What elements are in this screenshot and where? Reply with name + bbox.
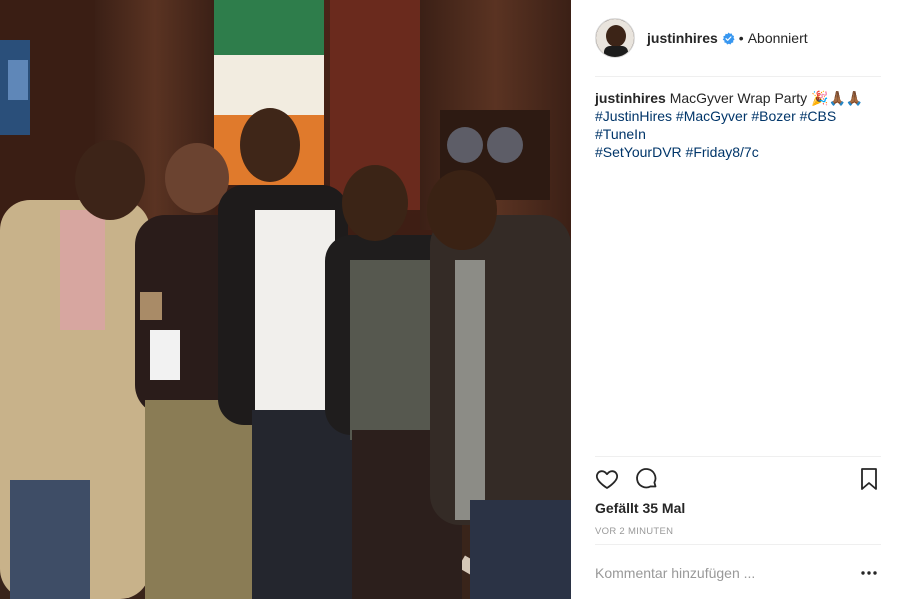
comment-divider <box>595 544 881 545</box>
instagram-post: justinhires • Abonniert justinhires MacG… <box>0 0 905 599</box>
hashtag-link[interactable]: #Friday8/7c <box>686 144 759 160</box>
comment-box <box>595 560 881 586</box>
hashtag-link[interactable]: #SetYourDVR <box>595 144 682 160</box>
hashtag-link[interactable]: #MacGyver <box>676 108 748 124</box>
post-caption: justinhires MacGyver Wrap Party 🎉🙏🏾🙏🏾 #J… <box>595 89 887 161</box>
comment-icon[interactable] <box>634 466 660 492</box>
bookmark-icon[interactable] <box>856 466 882 492</box>
hashtag-link[interactable]: #TuneIn <box>595 126 646 142</box>
caption-text: MacGyver Wrap Party <box>669 90 808 106</box>
post-photo[interactable] <box>0 0 571 599</box>
hashtag-link[interactable]: #Bozer <box>751 108 795 124</box>
avatar[interactable] <box>595 18 635 58</box>
header-divider <box>595 76 881 77</box>
follow-status-button[interactable]: Abonniert <box>748 30 808 46</box>
actions-divider <box>595 456 881 457</box>
author-username[interactable]: justinhires <box>647 30 718 46</box>
hashtag-link[interactable]: #CBS <box>800 108 837 124</box>
verified-badge-icon <box>722 32 735 45</box>
heart-icon[interactable] <box>594 466 620 492</box>
avatar-image <box>596 19 634 57</box>
comment-input[interactable] <box>595 565 857 581</box>
post-header: justinhires • Abonniert <box>595 17 881 59</box>
post-timestamp[interactable]: VOR 2 MINUTEN <box>595 526 673 537</box>
post-side-panel: justinhires • Abonniert justinhires MacG… <box>571 0 905 599</box>
caption-username[interactable]: justinhires <box>595 90 666 106</box>
header-separator: • <box>738 30 744 46</box>
caption-emoji: 🎉🙏🏾🙏🏾 <box>811 90 864 106</box>
hashtag-link[interactable]: #JustinHires <box>595 108 672 124</box>
group-photo-illustration <box>0 0 571 599</box>
more-options-icon[interactable] <box>857 561 881 585</box>
post-actions <box>594 465 882 493</box>
likes-count[interactable]: Gefällt 35 Mal <box>595 500 685 516</box>
